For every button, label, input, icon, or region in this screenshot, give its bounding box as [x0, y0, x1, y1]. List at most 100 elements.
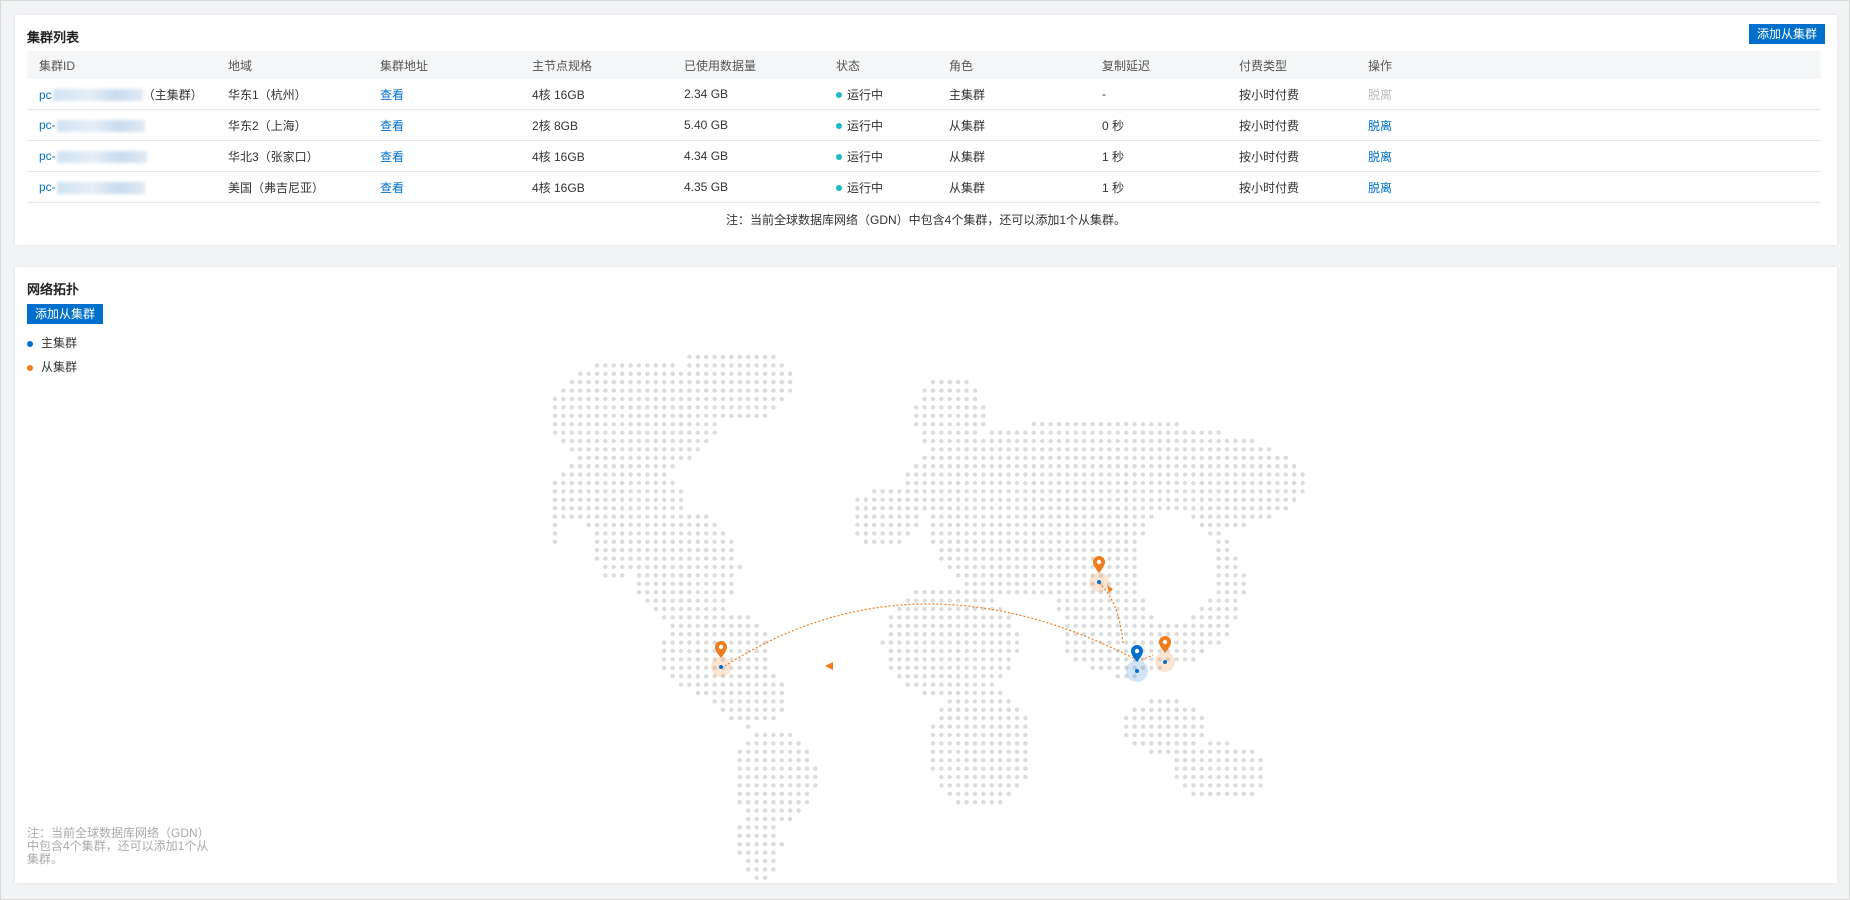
map-dot — [1056, 598, 1062, 603]
map-dot — [930, 648, 936, 654]
map-dot — [1216, 464, 1221, 469]
map-dot — [972, 791, 978, 796]
map-dot — [636, 539, 642, 544]
map-dot — [981, 522, 986, 528]
map-dot — [964, 657, 969, 662]
cluster-id-link[interactable]: pc — [39, 88, 143, 102]
map-dot — [1090, 548, 1095, 553]
map-dot — [594, 531, 600, 536]
map-dot — [998, 564, 1003, 570]
map-dot — [998, 766, 1003, 771]
view-address-link[interactable]: 查看 — [380, 181, 404, 195]
map-dot — [972, 690, 978, 696]
map-dot — [1056, 514, 1062, 519]
cluster-id-link[interactable]: pc- — [39, 149, 147, 163]
map-dot — [645, 396, 650, 402]
map-dot — [930, 674, 936, 679]
detach-link[interactable]: 脱离 — [1368, 119, 1392, 133]
map-dot — [1174, 716, 1179, 721]
map-dot — [1048, 430, 1053, 435]
map-dot — [1048, 472, 1053, 477]
map-dot — [1090, 623, 1095, 628]
map-dot — [1056, 564, 1062, 570]
map-dot — [1132, 497, 1137, 502]
map-dot — [964, 640, 969, 645]
map-dot — [670, 464, 675, 469]
map-dot — [1191, 724, 1196, 729]
detach-link[interactable]: 脱离 — [1368, 181, 1392, 195]
map-dot — [804, 749, 810, 754]
map-dot — [939, 388, 944, 393]
map-dot — [670, 405, 675, 410]
map-dot — [796, 808, 801, 813]
cell-spec: 2核 8GB — [520, 109, 672, 141]
map-dot — [1124, 732, 1129, 738]
map-dot — [687, 674, 692, 679]
map-dot — [964, 489, 969, 494]
map-dot — [695, 657, 700, 662]
detach-link[interactable]: 脱离 — [1368, 150, 1392, 164]
map-dot — [1090, 531, 1095, 536]
map-dot — [1149, 716, 1154, 721]
map-dot — [662, 581, 667, 586]
map-dot — [695, 371, 700, 376]
map-dot — [939, 766, 944, 771]
map-dot — [1115, 665, 1121, 670]
map-dot — [1132, 430, 1137, 435]
cluster-id-link[interactable]: pc- — [39, 118, 145, 132]
map-dot — [1124, 480, 1129, 486]
map-dot — [628, 497, 633, 502]
map-dot — [897, 514, 902, 519]
map-dot — [687, 640, 692, 645]
map-dot — [1216, 791, 1221, 796]
world-map — [552, 354, 1305, 880]
map-dot — [1040, 514, 1045, 519]
map-dot — [964, 497, 969, 502]
map-dot — [594, 405, 600, 410]
view-address-link[interactable]: 查看 — [380, 88, 404, 102]
map-dot — [964, 766, 969, 771]
map-dot — [964, 716, 969, 721]
map-dot — [628, 489, 633, 494]
map-dot — [1115, 422, 1121, 427]
map-dot — [1082, 632, 1087, 637]
map-dot — [998, 472, 1003, 477]
map-dot — [804, 766, 810, 771]
map-dot — [603, 472, 608, 477]
map-dot — [956, 674, 961, 679]
map-dot — [704, 522, 709, 528]
map-dot — [704, 354, 709, 360]
map-dot — [636, 531, 642, 536]
map-dot — [611, 522, 616, 528]
map-dot — [1031, 573, 1036, 578]
map-dot — [1065, 455, 1070, 460]
view-address-link[interactable]: 查看 — [380, 150, 404, 164]
map-dot — [1182, 480, 1188, 486]
map-dot — [964, 623, 969, 628]
map-dot — [1208, 598, 1213, 603]
map-dot — [1040, 564, 1045, 570]
map-dot — [746, 774, 751, 780]
map-dot — [989, 690, 994, 696]
view-address-link[interactable]: 查看 — [380, 119, 404, 133]
map-dot — [620, 556, 625, 561]
cluster-id-link[interactable]: pc- — [39, 180, 145, 194]
map-dot — [1048, 506, 1053, 511]
map-dot — [947, 388, 952, 393]
add-secondary-cluster-button[interactable]: 添加从集群 — [1748, 24, 1825, 44]
map-dot — [1124, 548, 1129, 553]
cell-data-used: 5.40 GB — [672, 109, 824, 141]
cell-delay: 0 秒 — [1090, 109, 1227, 141]
map-dot — [729, 640, 734, 645]
map-dot — [1208, 531, 1213, 536]
map-dot — [872, 497, 877, 502]
map-dot — [1098, 514, 1104, 519]
map-dot — [1199, 724, 1205, 729]
map-dot — [1149, 615, 1154, 620]
map-dot — [1174, 472, 1179, 477]
map-dot — [956, 531, 961, 536]
map-dot — [972, 800, 978, 805]
map-dot — [1292, 480, 1297, 486]
map-dot — [1056, 480, 1062, 486]
map-dot — [653, 598, 658, 603]
